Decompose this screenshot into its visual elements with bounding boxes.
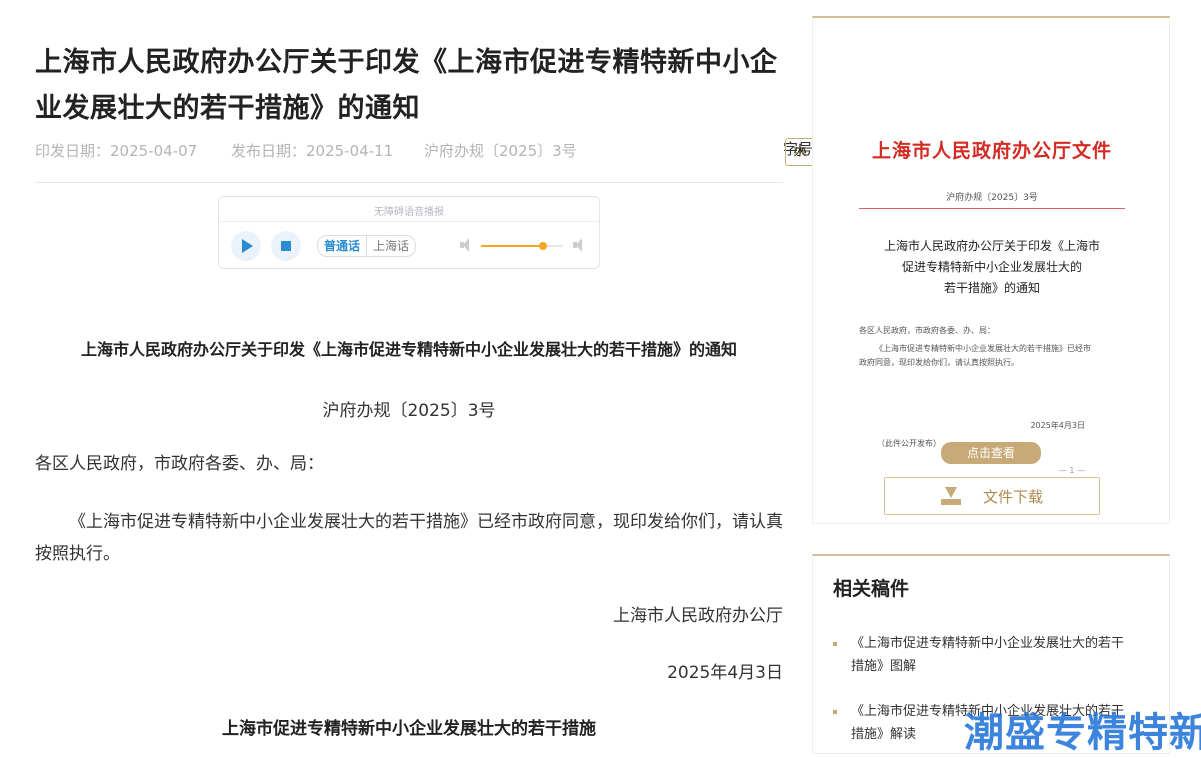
doc-number-line: 沪府办规〔2025〕3号 — [322, 401, 496, 421]
language-toggle: 普通话 上海话 — [317, 235, 417, 257]
article-meta: 印发日期：2025-04-07 发布日期：2025-04-11 沪府办规〔202… — [35, 138, 828, 166]
download-icon — [940, 487, 961, 505]
view-document-button[interactable]: 点击查看 — [941, 442, 1041, 464]
doc-signature: 上海市人民政府办公厅 — [613, 606, 783, 626]
volume-fill — [481, 245, 543, 247]
download-label: 文件下载 — [982, 487, 1043, 506]
play-icon[interactable] — [231, 231, 261, 261]
player-title: 无障碍语音播报 — [374, 207, 444, 218]
stop-icon[interactable] — [271, 231, 301, 261]
issue-date: 印发日期：2025-04-07 — [35, 142, 198, 160]
preview-note: （此件公开发布） — [877, 439, 941, 448]
publish-date: 发布日期：2025-04-11 — [231, 142, 394, 160]
preview-title: 上海市人民政府办公厅关于印发《上海市 促进专精特新中小企业发展壮大的 若干措施》… — [879, 236, 1105, 299]
download-button[interactable]: 文件下载 — [884, 477, 1100, 515]
preview-number: 沪府办规〔2025〕3号 — [946, 193, 1038, 203]
preview-title-line: 上海市人民政府办公厅关于印发《上海市 — [883, 239, 1100, 253]
preview-title-line: 促进专精特新中小企业发展壮大的 — [901, 260, 1082, 274]
preview-paragraph-line: 政府同意，现印发给你们，请认真按照执行。 — [859, 358, 1019, 367]
watermark: 潮盛专精特新 — [964, 710, 1201, 756]
preview-page-number: — 1 — — [1058, 466, 1085, 475]
doc-number: 沪府办规〔2025〕3号 — [424, 142, 577, 160]
font-size-small[interactable]: 小 — [785, 138, 815, 166]
divider — [35, 182, 783, 183]
preview-title-line: 若干措施》的通知 — [943, 281, 1040, 295]
volume-slider[interactable] — [481, 242, 563, 250]
lang-shanghai-button[interactable]: 上海话 — [366, 236, 415, 256]
article-title: 上海市人民政府办公厅关于印发《上海市促进专精特新中小企业发展壮大的若干措施》的通… — [35, 47, 778, 124]
lang-mandarin-button[interactable]: 普通话 — [318, 236, 366, 256]
doc-heading: 上海市人民政府办公厅关于印发《上海市促进专精特新中小企业发展壮大的若干措施》的通… — [80, 340, 737, 359]
preview-date: 2025年4月3日 — [1030, 421, 1085, 430]
related-item-line: 《上海市促进专精特新中小企业发展壮大的若干 — [851, 636, 1125, 651]
preview-red-line — [859, 208, 1125, 209]
audio-player: 无障碍语音播报 普通话 上海话 — [218, 196, 600, 269]
doc-date: 2025年4月3日 — [667, 663, 783, 683]
related-item-line: 措施》图解 — [851, 659, 917, 674]
volume-high-icon[interactable] — [573, 238, 585, 252]
player-divider — [219, 221, 599, 222]
preview-salutation: 各区人民政府，市政府各委、办、局： — [859, 326, 995, 335]
preview-paragraph-line: 《上海市促进专精特新中小企业发展壮大的若干措施》已经市 — [875, 344, 1091, 353]
doc-salutation: 各区人民政府，市政府各委、办、局： — [35, 454, 324, 474]
volume-knob[interactable] — [538, 242, 547, 250]
doc-paragraph: 《上海市促进专精特新中小企业发展壮大的若干措施》已经市政府同意，现印发给你们，请… — [35, 512, 783, 564]
document-preview-image[interactable]: 上海市人民政府办公厅文件 沪府办规〔2025〕3号 上海市人民政府办公厅关于印发… — [859, 78, 1125, 478]
volume-low-icon[interactable] — [460, 238, 472, 252]
document-preview-panel: 上海市人民政府办公厅文件 沪府办规〔2025〕3号 上海市人民政府办公厅关于印发… — [812, 16, 1170, 524]
related-item[interactable]: 《上海市促进专精特新中小企业发展壮大的若干 措施》图解 — [833, 632, 1153, 678]
preview-header: 上海市人民政府办公厅文件 — [871, 140, 1112, 162]
doc-subheading: 上海市促进专精特新中小企业发展壮大的若干措施 — [222, 719, 596, 739]
related-heading: 相关稿件 — [833, 578, 910, 600]
